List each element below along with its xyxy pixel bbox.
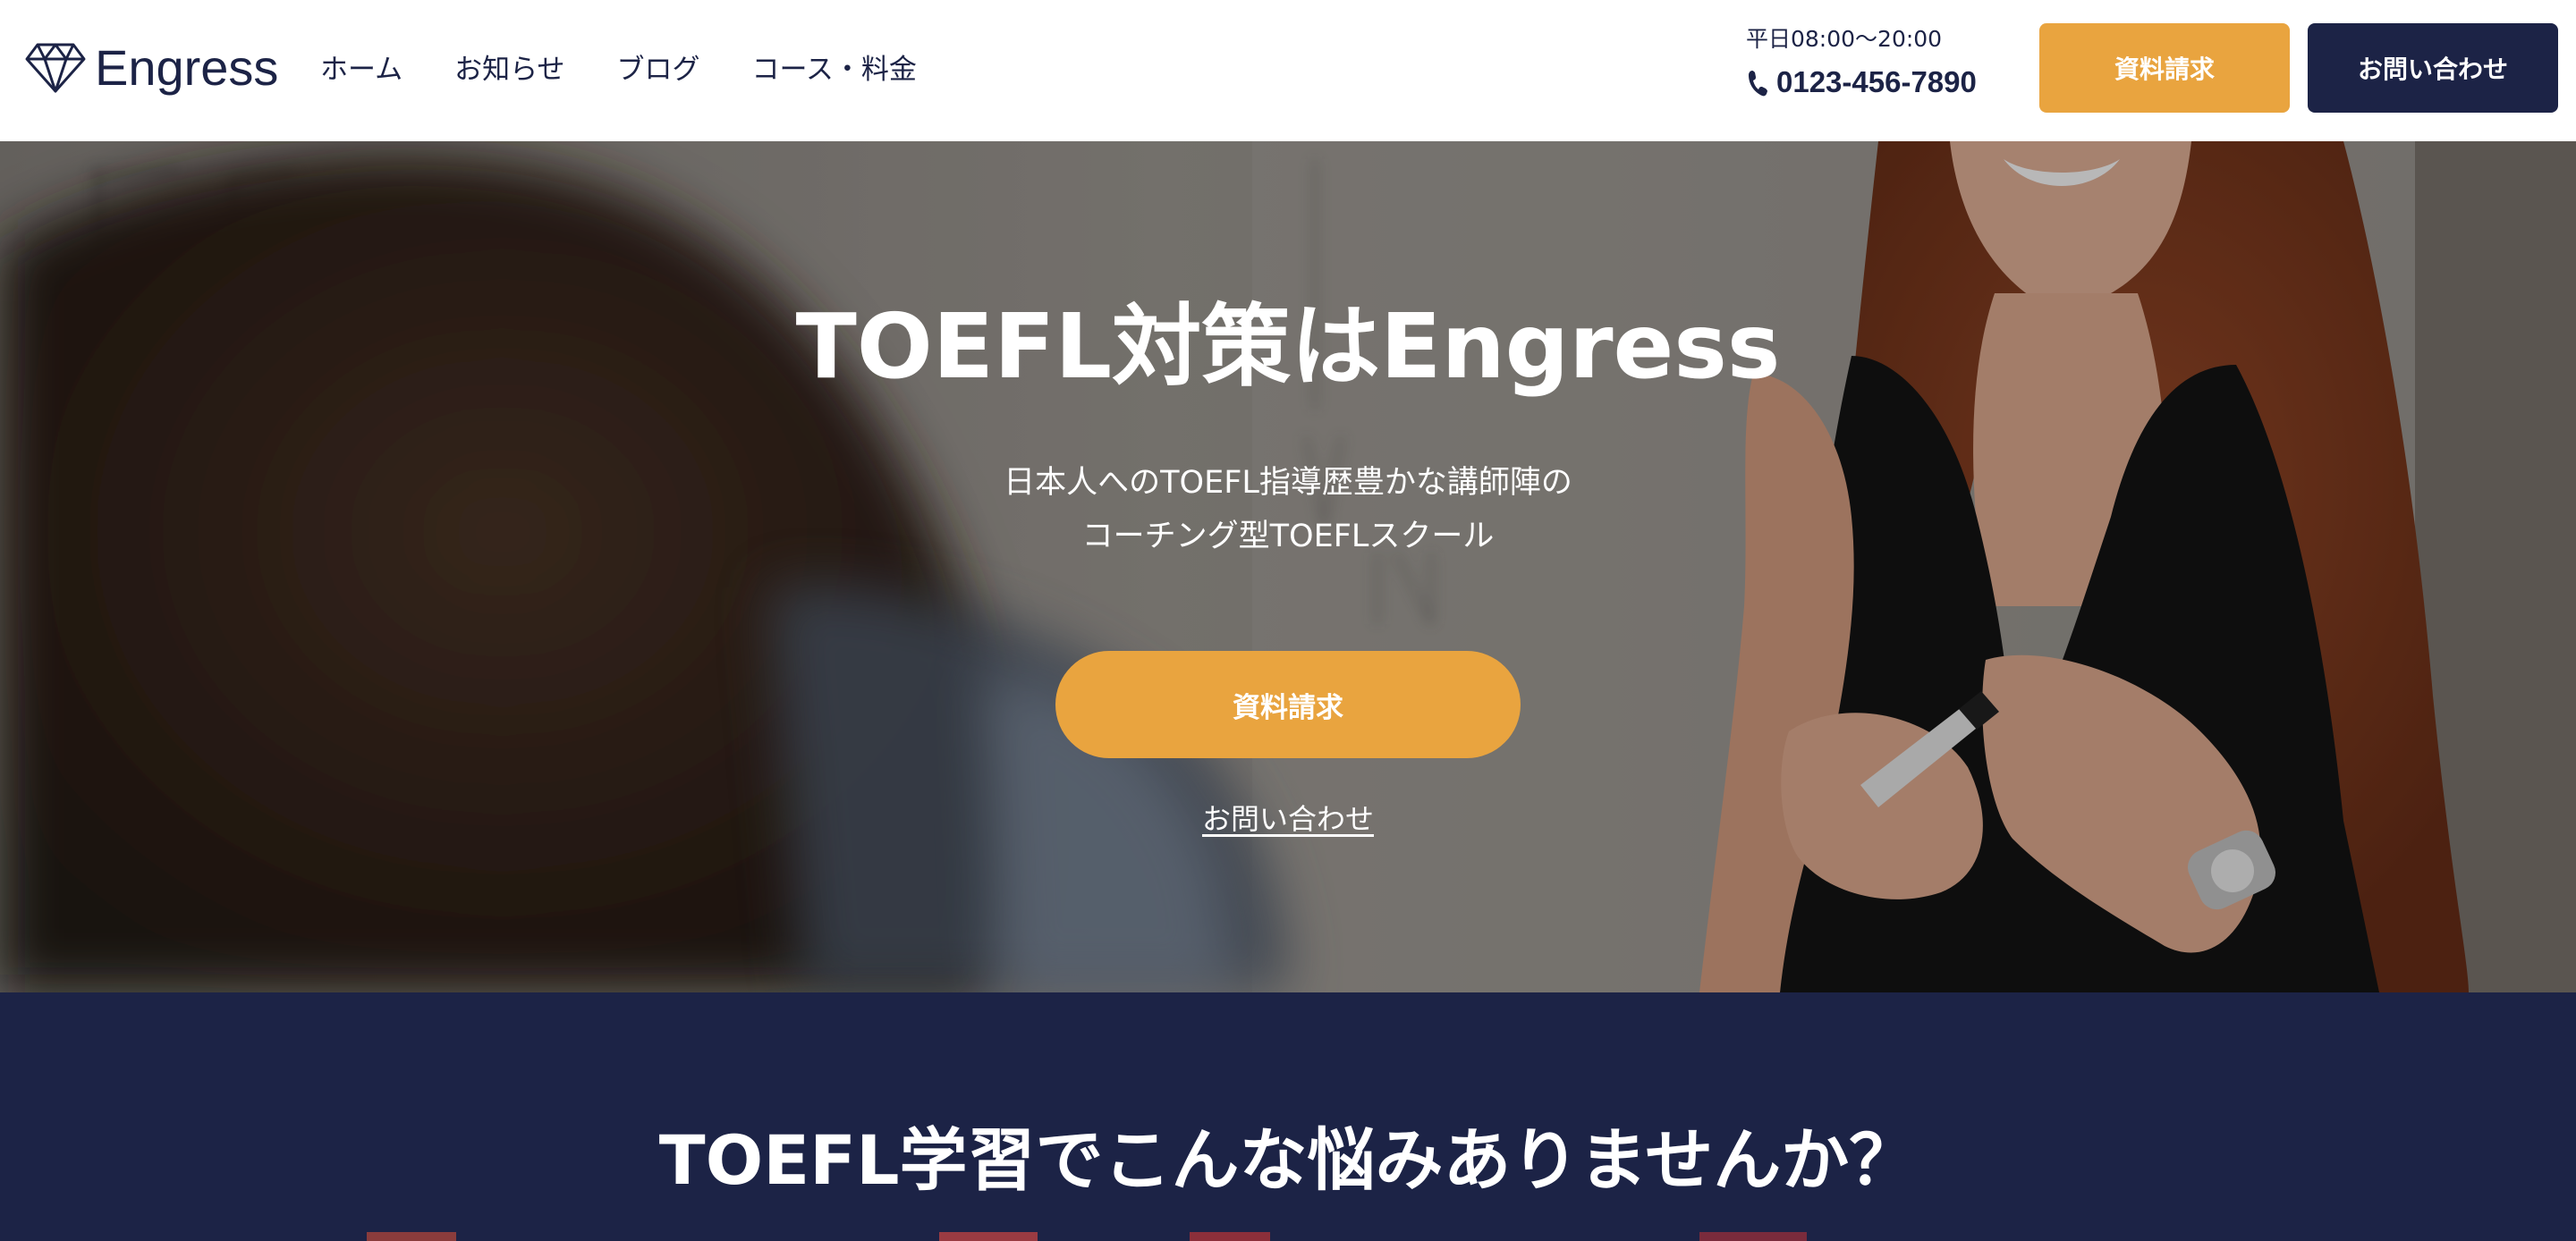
hero-title: TOEFL対策はEngress	[795, 294, 1781, 399]
problem-cards-peek	[0, 1232, 2576, 1241]
site-header: Engress ホーム お知らせ ブログ コース・料金 平日08:00〜20:0…	[0, 0, 2576, 141]
hero-contact-link[interactable]: お問い合わせ	[1109, 798, 1467, 840]
hero-section: TOEFL対策はEngress 日本人へのTOEFL指導歴豊かな講師陣の コーチ…	[0, 141, 2576, 992]
phone-number: 0123-456-7890	[1776, 65, 1977, 98]
contact-button[interactable]: お問い合わせ	[2308, 23, 2558, 113]
problem-card-edge	[1190, 1232, 1270, 1241]
hero-subtitle: 日本人へのTOEFL指導歴豊かな講師陣の コーチング型TOEFLスクール	[0, 456, 2576, 563]
nav-item-blog[interactable]: ブログ	[616, 48, 699, 91]
hero-subtitle-line: コーチング型TOEFLスクール	[1081, 519, 1495, 554]
nav-item-home[interactable]: ホーム	[320, 48, 402, 91]
logo-link[interactable]: Engress	[25, 39, 278, 97]
problem-card-edge	[939, 1232, 1038, 1241]
nav-item-courses[interactable]: コース・料金	[751, 48, 916, 91]
hero-request-docs-button[interactable]: 資料請求	[1055, 651, 1521, 758]
problems-heading: TOEFL学習でこんな悩みありませんか？	[658, 1120, 1918, 1200]
business-hours: 平日08:00〜20:00	[1746, 26, 1943, 52]
phone-icon	[1749, 71, 1767, 97]
problem-card-edge	[367, 1232, 456, 1241]
header-contact-info: 平日08:00〜20:00 0123-456-7890	[1746, 23, 2014, 109]
request-docs-button[interactable]: 資料請求	[2039, 23, 2290, 113]
problem-card-edge	[1699, 1232, 1807, 1241]
phone-link[interactable]: 0123-456-7890	[1746, 63, 2014, 102]
diamond-icon	[25, 43, 86, 93]
hero-subtitle-line: 日本人へのTOEFL指導歴豊かな講師陣の	[1004, 465, 1572, 501]
hero-background-image	[0, 141, 2576, 992]
logo-text: Engress	[95, 39, 279, 96]
nav-item-news[interactable]: お知らせ	[454, 48, 564, 91]
problems-section: TOEFL学習でこんな悩みありませんか？	[0, 992, 2576, 1241]
main-nav: ホーム お知らせ ブログ コース・料金	[320, 48, 969, 91]
